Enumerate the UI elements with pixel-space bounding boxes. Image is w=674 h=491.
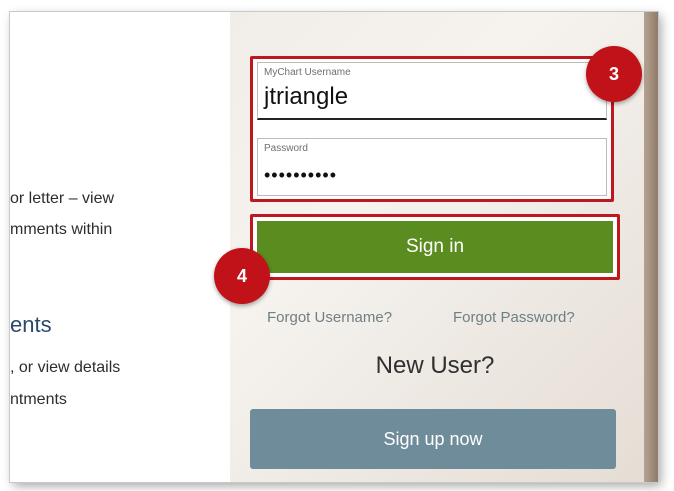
step-4-badge: 4 [214, 248, 270, 304]
credentials-highlight-box: MyChart Username jtriangle Password ••••… [250, 56, 614, 202]
left-info-text-1: or letter – view [10, 190, 115, 207]
username-label: MyChart Username [264, 67, 351, 78]
password-value[interactable]: •••••••••• [264, 165, 337, 186]
left-info-text-2: mments within [10, 221, 113, 238]
left-info-text-3: , or view details [10, 359, 121, 376]
forgot-username-link[interactable]: Forgot Username? [267, 309, 392, 326]
left-section-heading: ents [10, 312, 52, 337]
username-field[interactable]: MyChart Username jtriangle [257, 62, 607, 120]
sign-up-now-button[interactable]: Sign up now [250, 409, 616, 469]
password-label: Password [264, 143, 308, 154]
new-user-heading: New User? [375, 352, 495, 379]
password-field[interactable]: Password •••••••••• [257, 138, 607, 196]
background-photo-edge [644, 12, 658, 482]
username-value[interactable]: jtriangle [264, 83, 348, 111]
signin-highlight-box: Sign in [250, 214, 620, 280]
left-info-panel: or letter – view mments within ents , or… [10, 12, 230, 482]
forgot-password-link[interactable]: Forgot Password? [453, 309, 575, 326]
left-info-text-4: ntments [10, 391, 67, 408]
sign-in-button[interactable]: Sign in [257, 221, 613, 273]
step-3-badge: 3 [586, 46, 642, 102]
